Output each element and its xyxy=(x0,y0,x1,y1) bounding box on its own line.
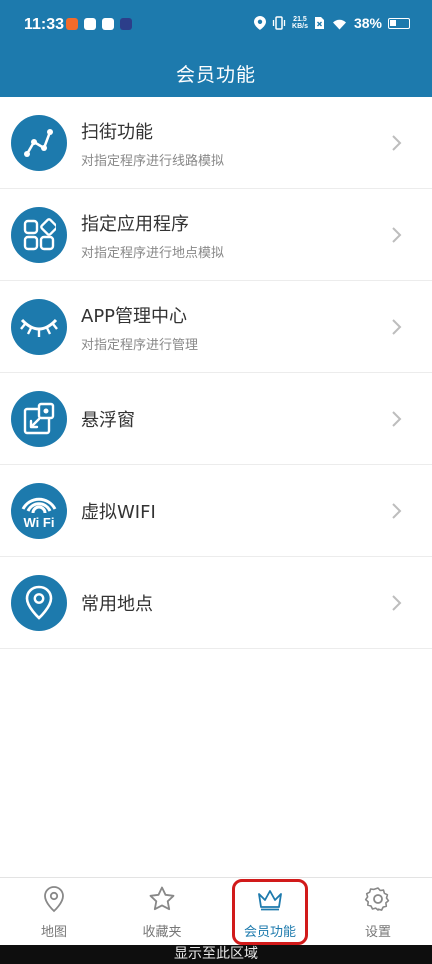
menu-item-subtitle: 对指定程序进行线路模拟 xyxy=(81,153,225,169)
highlight-box xyxy=(232,879,308,945)
bottom-tab-bar: 地图 收藏夹 会员功能 设置 xyxy=(0,877,432,945)
menu-item-floating-window[interactable]: 悬浮窗 xyxy=(0,373,432,465)
apps-icon xyxy=(11,207,67,263)
menu-item-title: 扫街功能 xyxy=(81,121,153,143)
map-pin-icon xyxy=(11,575,67,631)
route-icon xyxy=(11,115,67,171)
mail-icon xyxy=(102,18,114,30)
floating-window-icon xyxy=(11,391,67,447)
chevron-right-icon xyxy=(392,595,402,611)
net-speed: 21.5 KB/s xyxy=(292,16,308,30)
chevron-right-icon xyxy=(392,319,402,335)
wifi-icon-text: Wi Fi xyxy=(24,515,55,530)
menu-item-title: 虚拟WIFI xyxy=(81,502,156,523)
wifi-icon: Wi Fi xyxy=(11,483,67,539)
location-icon xyxy=(44,886,64,913)
tab-map[interactable]: 地图 xyxy=(0,878,108,945)
tab-favorites[interactable]: 收藏夹 xyxy=(108,878,216,945)
tab-label: 收藏夹 xyxy=(142,925,182,940)
eye-lashes-icon xyxy=(11,299,67,355)
chevron-right-icon xyxy=(392,227,402,243)
menu-item-title: 常用地点 xyxy=(81,594,153,615)
menu-item-specified-app[interactable]: 指定应用程序 对指定程序进行地点模拟 xyxy=(0,189,432,281)
no-sim-icon xyxy=(314,17,324,29)
chevron-right-icon xyxy=(392,411,402,427)
wifi-status-icon xyxy=(332,19,346,29)
menu-item-title: APP管理中心 xyxy=(81,305,188,327)
menu-item-street-scan[interactable]: 扫街功能 对指定程序进行线路模拟 xyxy=(0,97,432,189)
star-icon xyxy=(149,886,175,911)
status-time: 11:33 xyxy=(24,16,65,33)
chevron-right-icon xyxy=(392,503,402,519)
battery-percent: 38% xyxy=(353,15,382,31)
location-status-icon xyxy=(254,16,267,30)
menu-item-title: 指定应用程序 xyxy=(81,213,189,235)
gear-icon xyxy=(364,887,390,911)
play-icon xyxy=(120,18,132,30)
app-notification-icon xyxy=(66,18,78,30)
menu-item-common-places[interactable]: 常用地点 xyxy=(0,557,432,649)
app-bar: 会员功能 xyxy=(0,50,432,97)
member-features-list: 扫街功能 对指定程序进行线路模拟 指定应用程序 对指定程序进行地点模拟 APP管… xyxy=(0,97,432,649)
display-region-label: 显示至此区域 xyxy=(174,946,258,962)
tab-label: 设置 xyxy=(364,925,391,940)
battery-icon xyxy=(388,17,410,29)
page-title: 会员功能 xyxy=(175,64,256,86)
chevron-right-icon xyxy=(392,135,402,151)
menu-item-virtual-wifi[interactable]: Wi Fi 虚拟WIFI xyxy=(0,465,432,557)
notification-icons xyxy=(66,18,132,30)
net-speed-unit: KB/s xyxy=(292,23,308,30)
vibrate-icon xyxy=(272,16,286,30)
menu-item-title: 悬浮窗 xyxy=(81,410,135,431)
net-speed-value: 21.5 xyxy=(293,16,307,23)
menu-item-app-management[interactable]: APP管理中心 对指定程序进行管理 xyxy=(0,281,432,373)
app-notification-icon xyxy=(84,18,96,30)
menu-item-subtitle: 对指定程序进行地点模拟 xyxy=(81,245,225,261)
display-region-bar: 显示至此区域 xyxy=(0,945,432,964)
status-bar: 11:33 21.5 KB/s 38% xyxy=(0,0,432,50)
status-right: 21.5 KB/s 38% xyxy=(254,15,410,31)
menu-item-subtitle: 对指定程序进行管理 xyxy=(81,337,199,353)
tab-settings[interactable]: 设置 xyxy=(324,878,432,945)
tab-label: 地图 xyxy=(40,925,67,940)
